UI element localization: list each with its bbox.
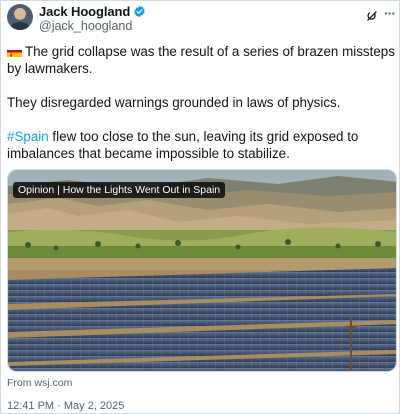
tweet-text: The grid collapse was the result of a se… <box>7 43 395 162</box>
paragraph-3-text: flew too close to the sun, leaving its g… <box>7 129 359 161</box>
tweet-timestamp[interactable]: 12:41 PM · May 2, 2025 <box>7 400 124 412</box>
grok-icon[interactable] <box>365 9 379 23</box>
avatar[interactable] <box>7 4 33 30</box>
verified-badge-icon <box>133 5 146 18</box>
tweet-paragraph-1: The grid collapse was the result of a se… <box>7 43 395 77</box>
author-handle[interactable]: @jack_hoogland <box>39 19 132 33</box>
link-card-source[interactable]: From wsj.com <box>7 377 72 389</box>
paragraph-1-text: The grid collapse was the result of a se… <box>7 44 395 76</box>
tweet-paragraph-3: #Spain flew too close to the sun, leavin… <box>7 128 395 162</box>
tweet-card: Jack Hoogland @jack_hoogland ··· The gri… <box>0 0 400 414</box>
more-options-icon[interactable]: ··· <box>384 6 396 20</box>
author-name-row: Jack Hoogland <box>39 4 146 19</box>
tweet-paragraph-2: They disregarded warnings grounded in la… <box>7 95 341 110</box>
link-card-caption[interactable]: Opinion | How the Lights Went Out in Spa… <box>13 182 226 198</box>
tweet-header: Jack Hoogland @jack_hoogland ··· <box>1 1 400 39</box>
link-card-image[interactable] <box>7 169 397 372</box>
spain-flag-icon <box>7 47 22 57</box>
author-display-name[interactable]: Jack Hoogland <box>39 4 130 19</box>
hashtag-spain-link[interactable]: #Spain <box>7 129 49 144</box>
